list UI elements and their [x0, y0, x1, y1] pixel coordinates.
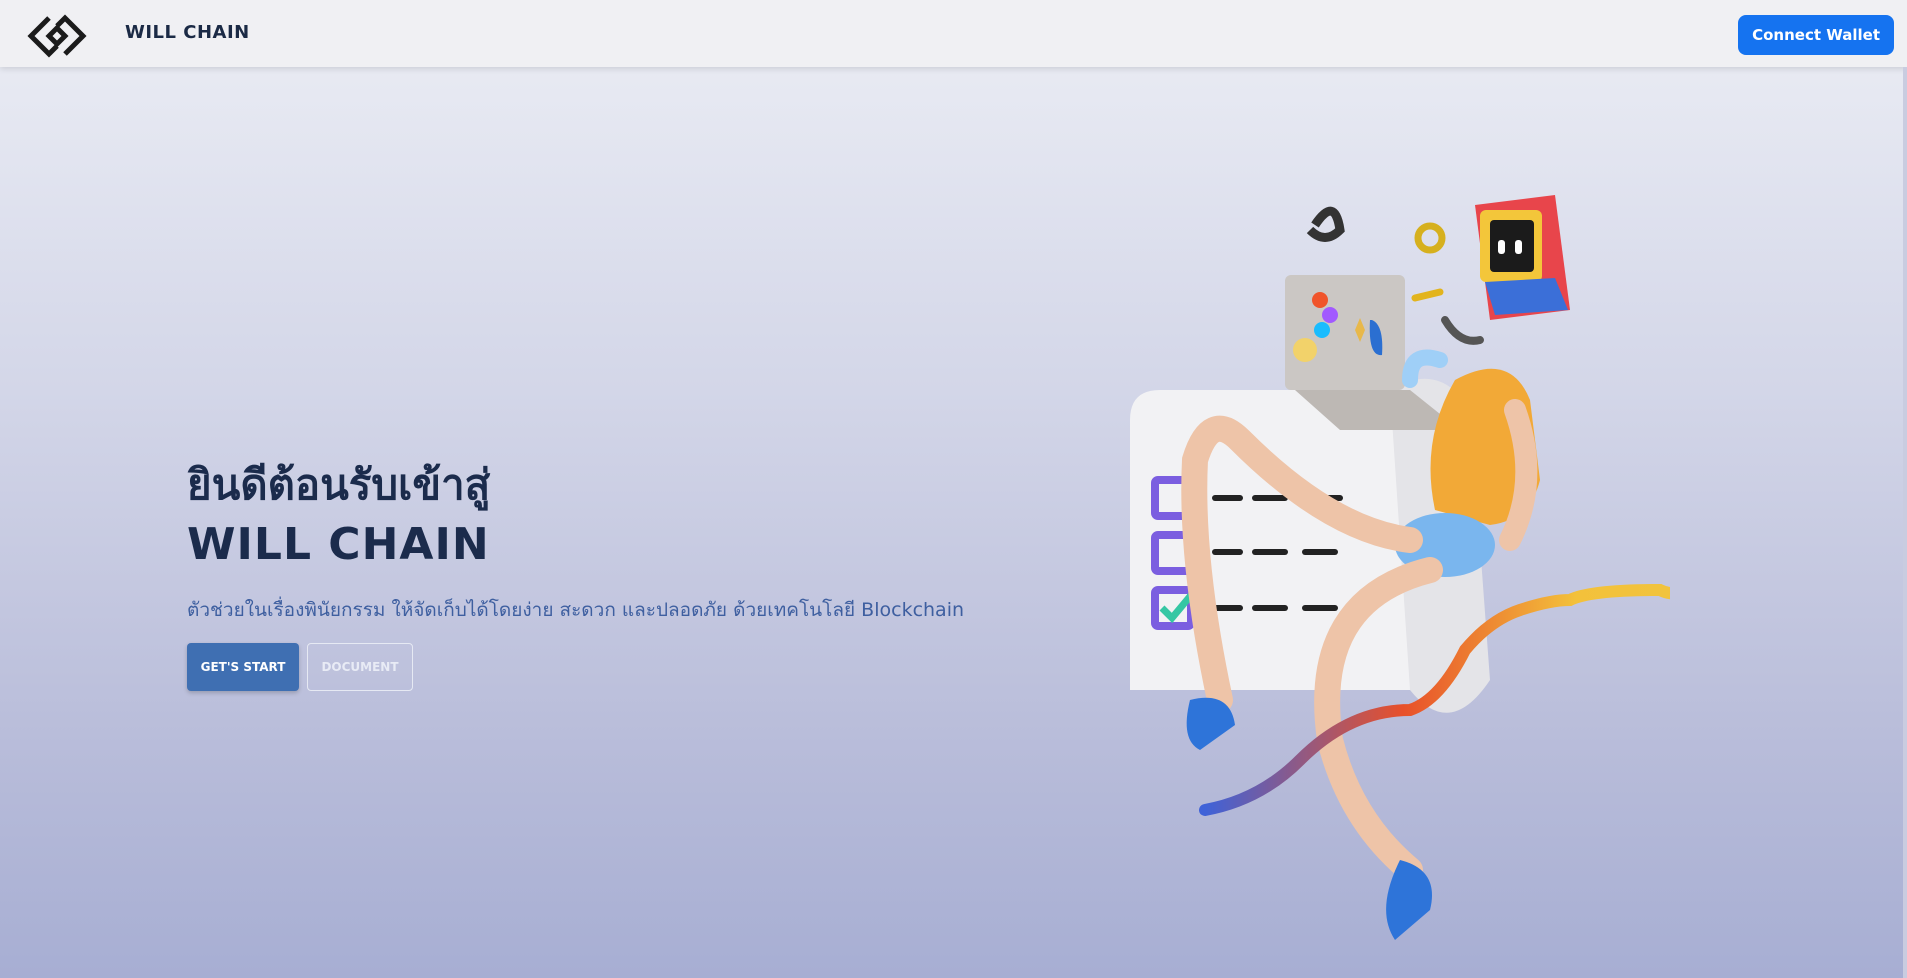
brand-name[interactable]: WILL CHAIN — [125, 22, 250, 43]
chain-link-diamond-icon[interactable] — [27, 14, 87, 58]
get-start-button[interactable]: GET'S START — [187, 643, 299, 691]
monitor-head — [1475, 195, 1570, 320]
hero-description: ตัวช่วยในเรื่องพินัยกรรม ให้จัดเก็บได้โด… — [187, 599, 965, 621]
connect-wallet-button[interactable]: Connect Wallet — [1738, 15, 1894, 55]
hero-buttons: GET'S START DOCUMENT — [187, 643, 964, 691]
scrollbar[interactable] — [1903, 67, 1907, 978]
hero-section: ยินดีต้อนรับเข้าสู่ WILL CHAIN ตัวช่วยใน… — [187, 455, 964, 691]
hero-title-en: WILL CHAIN — [187, 519, 490, 570]
hero-title-thai: ยินดีต้อนรับเข้าสู่ — [187, 460, 491, 509]
document-button[interactable]: DOCUMENT — [307, 643, 413, 691]
hero-illustration — [1130, 195, 1670, 940]
navbar: WILL CHAIN Connect Wallet — [0, 0, 1907, 67]
